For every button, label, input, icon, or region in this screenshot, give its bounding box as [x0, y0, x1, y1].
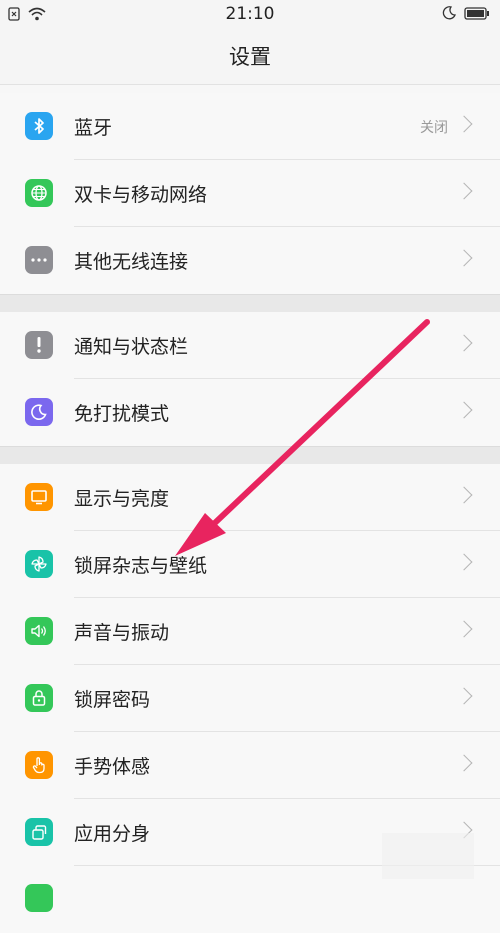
settings-item-other-wireless[interactable]: 其他无线连接 [0, 227, 500, 294]
chevron-right-icon [455, 687, 473, 705]
settings-item-label: 双卡与移动网络 [74, 184, 208, 206]
bluetooth-status: 关闭 [420, 120, 448, 136]
speaker-icon [25, 617, 53, 645]
display-icon [25, 483, 53, 511]
status-time: 21:10 [225, 4, 275, 24]
chevron-right-icon [455, 115, 473, 133]
settings-item-label: 手势体感 [74, 756, 151, 778]
status-right-icons [442, 5, 490, 24]
settings-item-label: 通知与状态栏 [74, 336, 189, 358]
settings-item-notifications[interactable]: 通知与状态栏 [0, 312, 500, 379]
chevron-right-icon [455, 334, 473, 352]
settings-item-label: 锁屏杂志与壁纸 [74, 555, 208, 577]
battery-icon [464, 5, 490, 24]
settings-item-lockscreen-wallpaper[interactable]: 锁屏杂志与壁纸 [0, 531, 500, 598]
settings-item-bluetooth[interactable]: 蓝牙 关闭 [0, 93, 500, 160]
clone-icon [25, 818, 53, 846]
settings-item-label: 免打扰模式 [74, 403, 170, 425]
chevron-right-icon [455, 182, 473, 200]
lock-icon [25, 684, 53, 712]
moon-icon [25, 398, 53, 426]
status-bar: 21:10 [0, 0, 500, 28]
more-icon [25, 246, 53, 274]
hand-icon [25, 751, 53, 779]
settings-item-label: 蓝牙 [74, 117, 113, 139]
chevron-right-icon [455, 401, 473, 419]
settings-item-display[interactable]: 显示与亮度 [0, 464, 500, 531]
bluetooth-icon [25, 112, 53, 140]
group-separator [0, 294, 500, 313]
chevron-right-icon [455, 620, 473, 638]
globe-icon [25, 179, 53, 207]
settings-item-lock-password[interactable]: 锁屏密码 [0, 665, 500, 732]
settings-item-do-not-disturb[interactable]: 免打扰模式 [0, 379, 500, 446]
watermark-patch [382, 833, 474, 879]
chevron-right-icon [455, 486, 473, 504]
settings-item-label: 显示与亮度 [74, 488, 170, 510]
pinwheel-icon [25, 550, 53, 578]
settings-item-gestures[interactable]: 手势体感 [0, 732, 500, 799]
notification-icon [25, 331, 53, 359]
settings-item-label: 其他无线连接 [74, 251, 189, 273]
settings-item-label: 锁屏密码 [74, 689, 151, 711]
group-separator [0, 446, 500, 465]
page-title: 设置 [229, 45, 271, 69]
settings-item-sound[interactable]: 声音与振动 [0, 598, 500, 665]
title-bar: 设置 [0, 28, 500, 85]
settings-item-label: 应用分身 [74, 823, 151, 845]
settings-item-dual-sim[interactable]: 双卡与移动网络 [0, 160, 500, 227]
moon-icon [442, 5, 456, 24]
chevron-right-icon [455, 249, 473, 267]
settings-item-label: 声音与振动 [74, 622, 170, 644]
app-icon [25, 884, 53, 912]
chevron-right-icon [455, 754, 473, 772]
chevron-right-icon [455, 553, 473, 571]
